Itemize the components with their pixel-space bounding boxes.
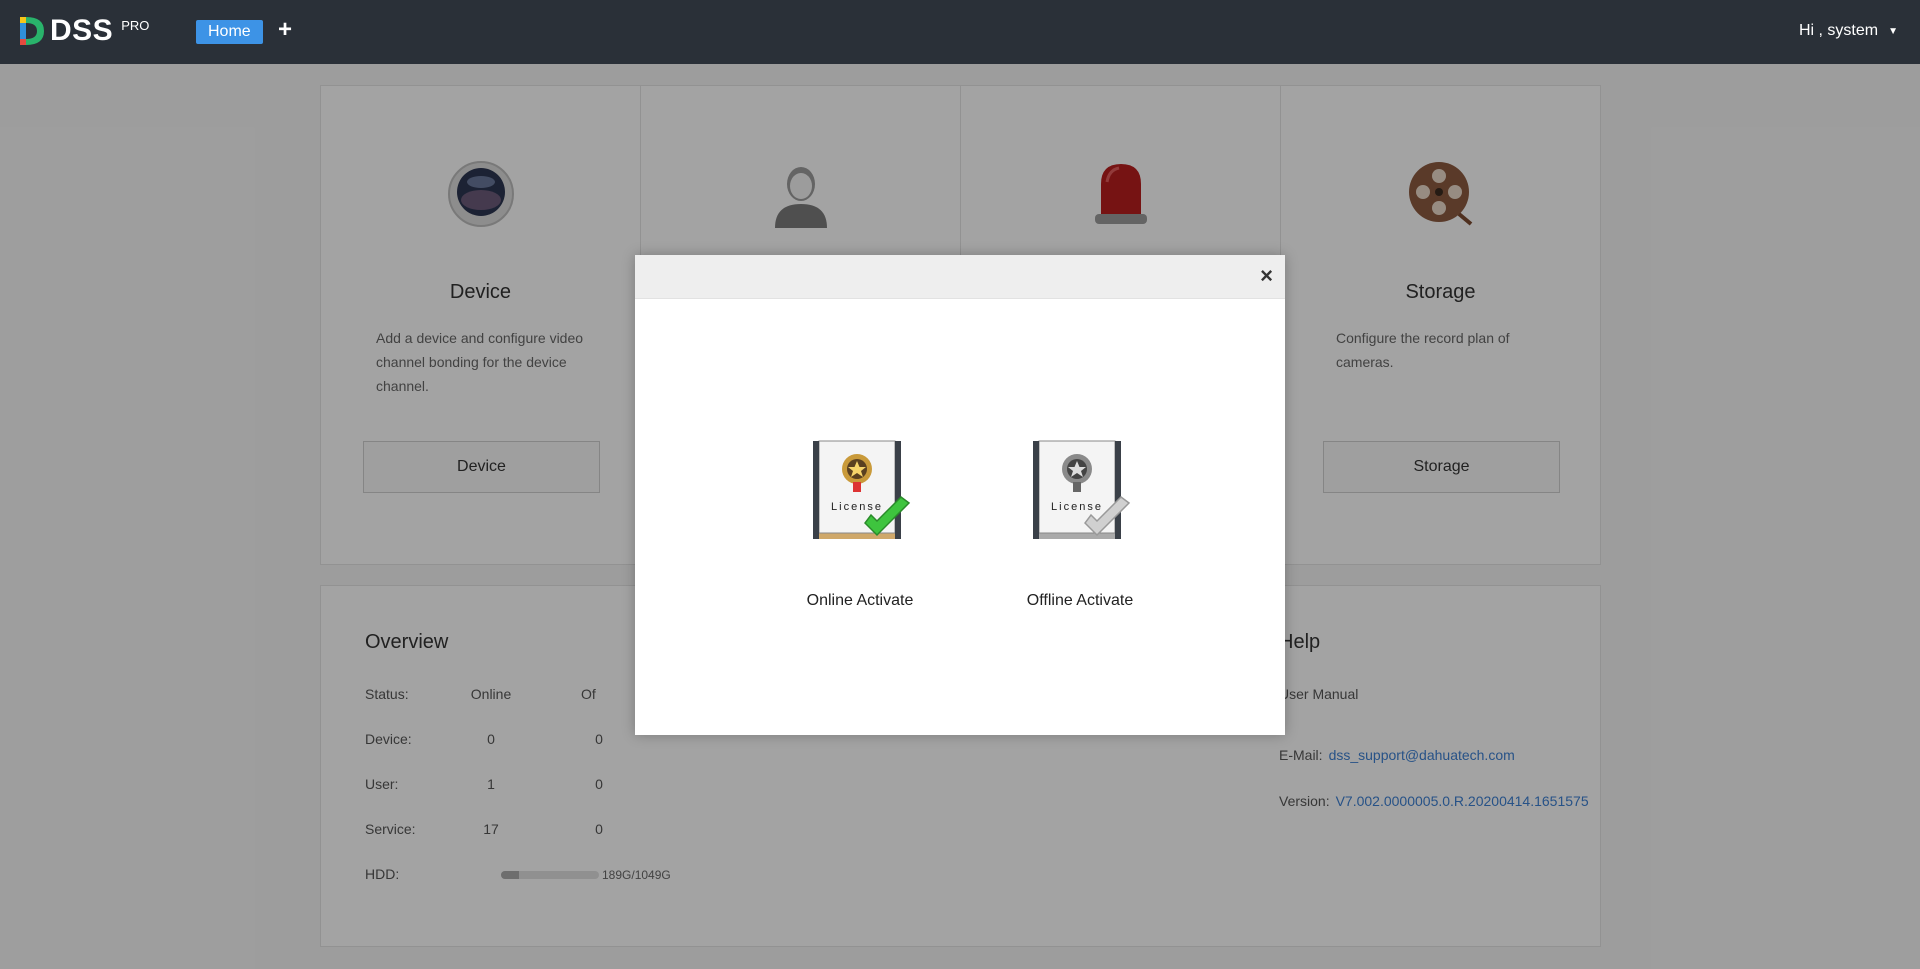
- license-offline-icon: License: [1033, 440, 1131, 539]
- logo-text: DSS: [50, 14, 114, 47]
- chevron-down-icon: ▼: [1888, 25, 1898, 37]
- tab-home[interactable]: Home: [196, 20, 263, 44]
- logo: DSS PRO: [16, 14, 149, 48]
- close-icon[interactable]: ×: [1260, 265, 1273, 287]
- online-activate-button[interactable]: License Online Activate: [790, 437, 930, 610]
- dialog-header: ×: [635, 255, 1285, 299]
- offline-activate-label: Offline Activate: [1026, 592, 1134, 609]
- logo-suffix: PRO: [121, 18, 150, 33]
- dss-logo-icon: [20, 17, 44, 45]
- activation-dialog: × License Online Activate License Offlin…: [635, 255, 1285, 735]
- add-tab-button[interactable]: +: [278, 16, 292, 44]
- online-activate-label: Online Activate: [806, 592, 914, 609]
- user-greeting: Hi , system: [1798, 22, 1879, 39]
- top-bar: DSS PRO Home + Hi , system ▼: [0, 0, 1920, 64]
- license-online-icon: License: [813, 440, 911, 539]
- user-menu[interactable]: Hi , system ▼: [1799, 22, 1898, 40]
- offline-activate-button[interactable]: License Offline Activate: [1010, 437, 1150, 610]
- license-text: License: [831, 501, 883, 513]
- license-text: License: [1051, 501, 1103, 513]
